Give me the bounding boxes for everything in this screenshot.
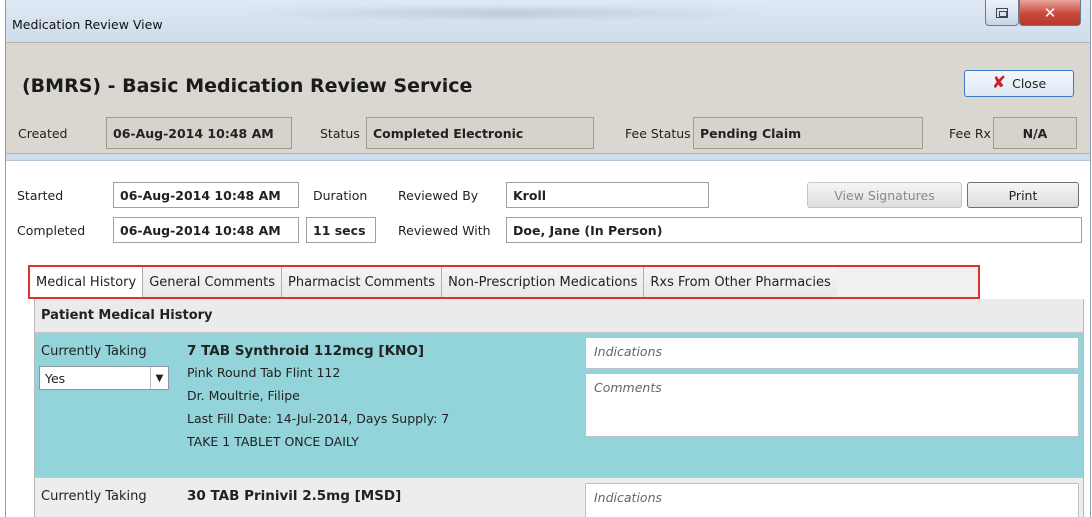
medication-name: 30 TAB Prinivil 2.5mg [MSD] — [187, 488, 402, 504]
currently-taking-select[interactable]: Yes ▼ — [39, 366, 169, 390]
close-icon: ✕ — [1043, 3, 1057, 22]
currently-taking-label: Currently Taking — [41, 344, 147, 359]
service-title: (BMRS) - Basic Medication Review Service — [22, 75, 473, 97]
title-bar[interactable]: Medication Review View ✕ — [6, 0, 1090, 42]
currently-taking-label: Currently Taking — [41, 489, 147, 504]
reviewed-by-label: Reviewed By — [398, 188, 479, 203]
tab-medical-history[interactable]: Medical History — [30, 267, 144, 297]
reviewed-with-field: Doe, Jane (In Person) — [506, 217, 1082, 243]
tab-bar: Medical History General Comments Pharmac… — [28, 265, 980, 299]
tab-pharmacist-comments[interactable]: Pharmacist Comments — [282, 267, 443, 297]
status-field: Completed Electronic — [366, 117, 594, 149]
medication-description: Pink Round Tab Flint 112 — [187, 365, 341, 380]
fee-rx-label: Fee Rx — [949, 126, 991, 141]
medication-row[interactable]: Currently Taking Yes ▼ 7 TAB Synthroid 1… — [35, 333, 1083, 477]
restore-icon — [996, 7, 1008, 18]
started-field: 06-Aug-2014 10:48 AM — [113, 182, 299, 208]
status-label: Status — [320, 126, 360, 141]
created-label: Created — [18, 126, 68, 141]
dropdown-arrow-icon: ▼ — [150, 367, 168, 389]
title-bar-reflection — [246, 8, 766, 18]
view-signatures-button[interactable]: View Signatures — [807, 182, 962, 208]
restore-window-button[interactable] — [985, 0, 1019, 26]
tab-general-comments[interactable]: General Comments — [143, 267, 283, 297]
fee-status-field: Pending Claim — [693, 117, 923, 149]
indications-input[interactable]: Indications — [585, 483, 1079, 517]
medical-history-panel: Patient Medical History Currently Taking… — [34, 299, 1084, 517]
x-icon: ✘ — [991, 73, 1007, 93]
medication-fill-info: Last Fill Date: 14-Jul-2014, Days Supply… — [187, 411, 450, 426]
fee-rx-field: N/A — [993, 117, 1077, 149]
currently-taking-value: Yes — [45, 370, 66, 386]
indications-input[interactable]: Indications — [585, 337, 1079, 369]
review-body: Started 06-Aug-2014 10:48 AM Completed 0… — [6, 160, 1090, 517]
started-label: Started — [17, 188, 64, 203]
duration-field: 11 secs — [306, 217, 376, 243]
completed-field: 06-Aug-2014 10:48 AM — [113, 217, 299, 243]
medication-directions: TAKE 1 TABLET ONCE DAILY — [187, 434, 359, 449]
fee-status-label: Fee Status — [625, 126, 691, 141]
close-window-button[interactable]: ✕ — [1019, 0, 1081, 26]
close-button-label: Close — [1012, 76, 1047, 91]
medication-name: 7 TAB Synthroid 112mcg [KNO] — [187, 343, 425, 359]
close-button[interactable]: ✘ Close — [964, 70, 1074, 97]
section-title: Patient Medical History — [35, 299, 1083, 333]
review-header: (BMRS) - Basic Medication Review Service… — [6, 42, 1090, 154]
medication-row[interactable]: Currently Taking 30 TAB Prinivil 2.5mg [… — [35, 477, 1083, 517]
window-title: Medication Review View — [12, 17, 163, 32]
medication-doctor: Dr. Moultrie, Filipe — [187, 388, 300, 403]
reviewed-by-field: Kroll — [506, 182, 709, 208]
medication-review-window: Medication Review View ✕ (BMRS) - Basic … — [5, 0, 1091, 517]
print-button[interactable]: Print — [967, 182, 1079, 208]
tab-rxs-from-other-pharmacies[interactable]: Rxs From Other Pharmacies — [644, 267, 837, 297]
tab-non-prescription-medications[interactable]: Non-Prescription Medications — [442, 267, 645, 297]
reviewed-with-label: Reviewed With — [398, 223, 491, 238]
comments-input[interactable]: Comments — [585, 373, 1079, 437]
created-field: 06-Aug-2014 10:48 AM — [106, 117, 292, 149]
completed-label: Completed — [17, 223, 86, 238]
duration-label: Duration — [313, 188, 368, 203]
